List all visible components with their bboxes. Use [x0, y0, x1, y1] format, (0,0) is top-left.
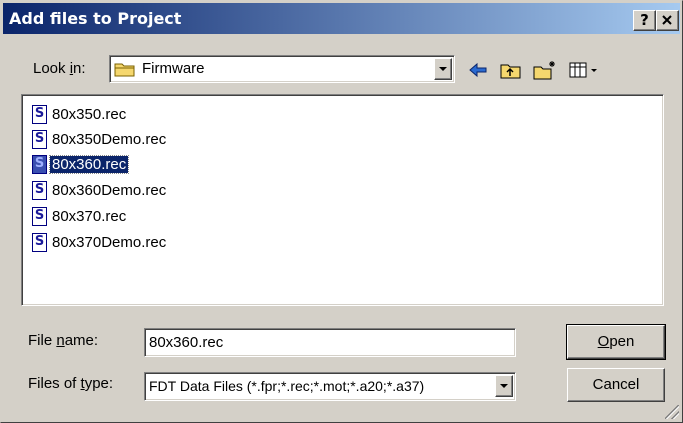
list-item[interactable]: S 80x350Demo.rec: [32, 128, 168, 150]
script-file-icon: S: [32, 180, 47, 200]
title-bar[interactable]: Add files to Project ?: [3, 3, 680, 34]
view-menu-icon: [569, 62, 597, 78]
script-file-icon: S: [32, 129, 47, 149]
script-file-icon: S: [32, 232, 47, 252]
lookin-combobox[interactable]: Firmware: [109, 55, 455, 83]
script-file-icon: S: [32, 206, 47, 226]
list-item[interactable]: S 80x350.rec: [32, 103, 128, 125]
new-folder-icon: [533, 61, 555, 80]
filetype-value: FDT Data Files (*.fpr;*.rec;*.mot;*.a20;…: [149, 378, 425, 394]
up-folder-button[interactable]: [499, 58, 523, 82]
filetype-label: Files of type:: [28, 375, 114, 392]
script-file-icon: S: [32, 104, 47, 124]
close-button[interactable]: [656, 10, 679, 31]
back-arrow-icon: [469, 62, 487, 78]
filename-input[interactable]: 80x360.rec: [144, 328, 516, 357]
open-button[interactable]: Open: [566, 324, 666, 360]
lookin-label: Look in:: [33, 60, 86, 77]
list-item[interactable]: S 80x370Demo.rec: [32, 231, 168, 253]
list-item[interactable]: S 80x360Demo.rec: [32, 179, 168, 201]
script-file-icon: S: [32, 154, 47, 174]
filetype-dropdown-button[interactable]: [495, 375, 513, 397]
close-icon: [662, 15, 672, 25]
cancel-button[interactable]: Cancel: [567, 368, 665, 402]
folder-icon: [114, 63, 135, 77]
lookin-value: Firmware: [142, 60, 205, 77]
file-list[interactable]: S 80x350.rec S 80x350Demo.rec S 80x360.rec …: [21, 94, 664, 306]
dialog-window: Add files to Project ? Look in: Firmware…: [0, 0, 683, 423]
resize-grip[interactable]: [665, 405, 679, 419]
list-item-selected[interactable]: S 80x360.rec: [32, 153, 130, 175]
filetype-combobox[interactable]: FDT Data Files (*.fpr;*.rec;*.mot;*.a20;…: [144, 372, 516, 401]
view-menu-button[interactable]: [567, 58, 601, 82]
list-item[interactable]: S 80x370.rec: [32, 205, 128, 227]
new-folder-button[interactable]: [533, 58, 557, 82]
filename-label: File name:: [28, 332, 99, 349]
window-title: Add files to Project: [9, 9, 182, 28]
lookin-dropdown-button[interactable]: [434, 58, 452, 80]
up-folder-icon: [500, 64, 521, 79]
back-button[interactable]: [466, 58, 490, 82]
help-button[interactable]: ?: [633, 10, 656, 31]
